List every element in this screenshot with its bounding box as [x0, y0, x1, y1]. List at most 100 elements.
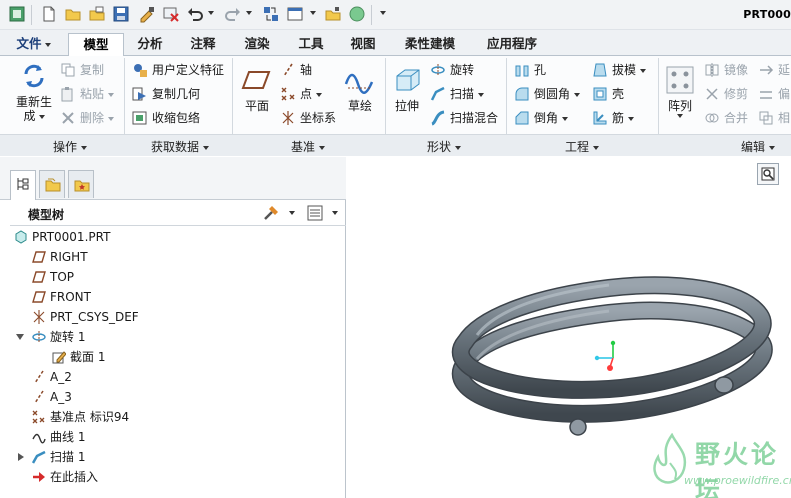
- coordinate-system-icon: [33, 310, 45, 324]
- redo-icon[interactable]: [224, 5, 242, 23]
- undo-dropdown-icon[interactable]: [208, 11, 214, 15]
- sweep-dropdown-icon: [478, 92, 485, 97]
- rib-icon: [593, 111, 607, 125]
- paste-icon: [61, 87, 73, 102]
- regenerate-manager-icon[interactable]: [262, 5, 280, 23]
- intersect-icon: [759, 111, 773, 125]
- draft-icon: [593, 63, 607, 77]
- tree-columns-dropdown-icon[interactable]: [332, 211, 338, 215]
- tree-settings-icon[interactable]: [262, 204, 280, 222]
- tab-annotate[interactable]: 注释: [178, 33, 228, 56]
- watermark-title: 野火论坛: [695, 440, 780, 498]
- group-get-data-dropdown-icon: [203, 145, 209, 150]
- navigator-panel: 模型树 PRT0001.PRT RIGHT TOP FRONT PRT_CSYS…: [0, 157, 346, 498]
- swept-blend-icon: [431, 110, 445, 126]
- group-get-data[interactable]: 获取数据: [140, 138, 220, 155]
- group-operations-dropdown-icon: [81, 145, 87, 150]
- extrude-icon: [396, 69, 420, 91]
- datum-plane-button[interactable]: 平面: [238, 64, 276, 113]
- tab-view[interactable]: 视图: [338, 33, 388, 56]
- model-tree-title: 模型树: [28, 208, 65, 222]
- datum-axis-icon: [34, 390, 44, 404]
- tab-favorites[interactable]: [68, 170, 94, 198]
- close-window-icon[interactable]: [162, 5, 180, 23]
- group-datum-dropdown-icon: [319, 145, 325, 150]
- group-editing-dropdown-icon: [769, 145, 775, 150]
- tab-model[interactable]: 模型: [68, 33, 124, 57]
- copy-icon: [61, 63, 75, 77]
- navigator-tabs: [0, 157, 346, 200]
- round-dropdown-icon: [574, 92, 581, 97]
- delete-icon: [62, 112, 74, 124]
- regenerate-dropdown-icon: [38, 114, 45, 119]
- sweep-icon: [430, 86, 445, 101]
- favorites-icon: [74, 180, 90, 192]
- rib-dropdown-icon: [628, 116, 635, 121]
- status-light-icon: [349, 6, 365, 22]
- window-title: PRT000: [743, 8, 791, 21]
- undo-icon[interactable]: [186, 5, 204, 23]
- tab-folder-browser[interactable]: [39, 170, 65, 198]
- plane-icon: [241, 71, 271, 89]
- new-file-icon[interactable]: [40, 5, 58, 23]
- window-switch-icon[interactable]: [286, 5, 304, 23]
- datum-axis-icon: [34, 370, 44, 384]
- file-dropdown-icon: [44, 42, 51, 47]
- expand-revolve-icon[interactable]: [16, 334, 24, 340]
- tab-file[interactable]: 文件: [6, 33, 61, 56]
- extrude-button[interactable]: 拉伸: [388, 64, 426, 113]
- tree-columns-icon[interactable]: [306, 204, 324, 222]
- curve-icon: [32, 433, 46, 444]
- quick-access-toolbar: PRT000: [0, 0, 791, 30]
- group-operations[interactable]: 操作: [40, 138, 100, 155]
- save-icon[interactable]: [112, 5, 130, 23]
- customize-toolbar-icon[interactable]: [380, 11, 386, 15]
- mirror-icon: [705, 63, 719, 77]
- sketch-button[interactable]: 草绘: [340, 64, 380, 113]
- regenerate-quick-icon[interactable]: [138, 5, 156, 23]
- regenerate-icon: [24, 64, 44, 88]
- tab-applications[interactable]: 应用程序: [474, 33, 550, 56]
- open-package-icon[interactable]: [324, 5, 342, 23]
- group-engineering[interactable]: 工程: [552, 138, 612, 155]
- extend-icon: [760, 65, 774, 75]
- pattern-button[interactable]: 阵列: [662, 64, 698, 118]
- datum-point-icon: [32, 410, 45, 424]
- window-dropdown-icon[interactable]: [310, 11, 316, 15]
- model-tree-icon: [17, 178, 29, 190]
- chamfer-icon: [515, 111, 529, 125]
- tab-tools[interactable]: 工具: [286, 33, 336, 56]
- ribbon-group-bar: 操作 获取数据 基准 形状 工程 编辑: [0, 134, 791, 156]
- part-icon: [15, 230, 27, 244]
- tab-model-tree[interactable]: [10, 170, 36, 200]
- merge-icon: [705, 113, 719, 123]
- revolve-feature-icon: [32, 331, 46, 343]
- csys-icon: [282, 111, 294, 125]
- axis-icon: [283, 63, 293, 77]
- datum-plane-icon: [32, 251, 46, 263]
- group-shapes[interactable]: 形状: [414, 138, 474, 155]
- graphics-window[interactable]: 野火论坛 www.proewildfire.cn: [347, 157, 791, 498]
- app-icon: [9, 6, 25, 22]
- redo-dropdown-icon[interactable]: [246, 11, 252, 15]
- datum-plane-icon: [32, 271, 46, 283]
- tab-flexible-modeling[interactable]: 柔性建模: [392, 33, 468, 56]
- delete-dropdown-icon: [108, 116, 115, 121]
- trim-icon: [706, 88, 718, 100]
- group-shapes-dropdown-icon: [455, 145, 461, 150]
- round-icon: [515, 87, 529, 101]
- ribbon: 重新生 成 复制 粘贴 删除 用户定义特征 复制几何 收缩包络 平面 轴 点 坐…: [0, 56, 791, 156]
- regenerate-button[interactable]: 重新生 成: [12, 60, 56, 123]
- tab-analysis[interactable]: 分析: [126, 33, 174, 56]
- coordinate-triad: [594, 340, 616, 371]
- expand-sweep-icon[interactable]: [18, 453, 24, 461]
- group-datum[interactable]: 基准: [278, 138, 338, 155]
- open-folder-icon[interactable]: [64, 5, 82, 23]
- open-recent-icon[interactable]: [88, 5, 106, 23]
- tree-settings-dropdown-icon[interactable]: [289, 211, 295, 215]
- forum-watermark: 野火论坛 www.proewildfire.cn: [650, 433, 791, 498]
- tab-render[interactable]: 渲染: [232, 33, 282, 56]
- model-tree-header: 模型树: [10, 200, 346, 226]
- group-editing[interactable]: 编辑: [728, 138, 788, 155]
- datum-plane-icon: [32, 291, 46, 303]
